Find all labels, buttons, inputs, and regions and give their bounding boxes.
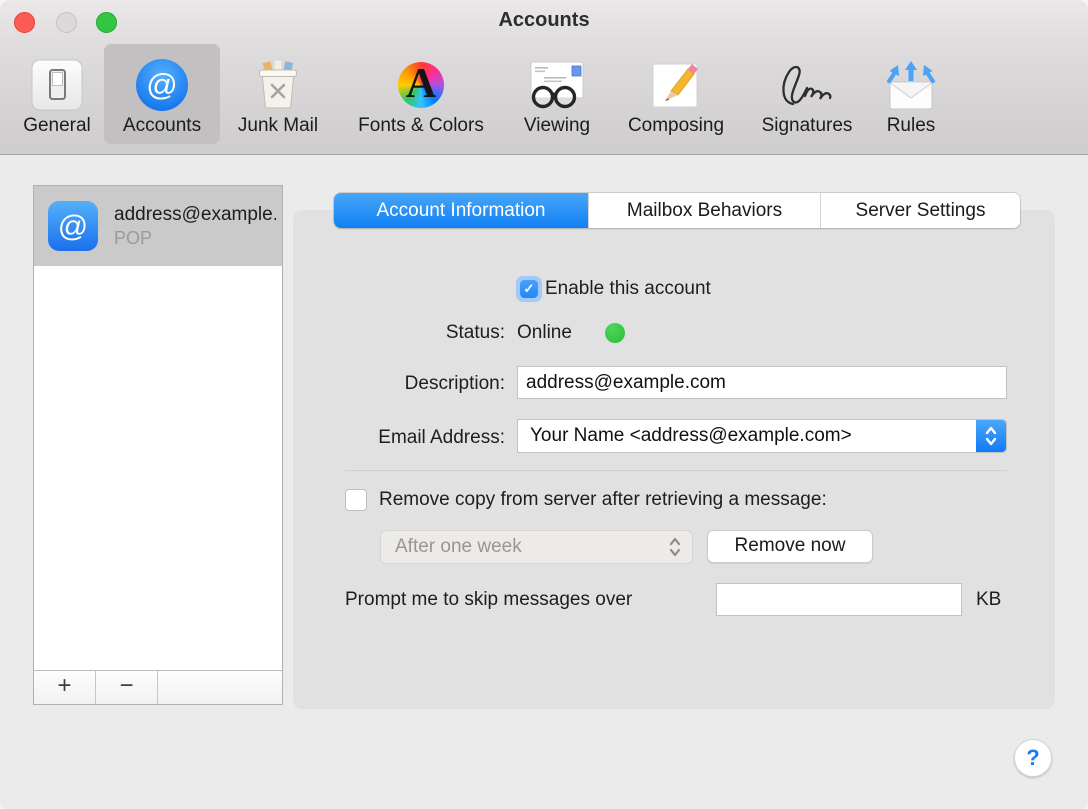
account-list-item[interactable]: @ address@example.com POP (34, 186, 282, 266)
status-label: Status: (345, 322, 505, 344)
toolbar-label-accounts: Accounts (123, 115, 201, 137)
enable-account-label: Enable this account (545, 278, 711, 300)
toolbar-label-composing: Composing (628, 115, 724, 137)
account-list-toolbar: + − (34, 670, 282, 704)
toolbar-item-rules[interactable]: Rules (871, 44, 951, 144)
switch-icon (31, 55, 83, 115)
email-address-popup[interactable]: Your Name <address@example.com> (517, 419, 1007, 453)
toolbar-label-signatures: Signatures (762, 115, 853, 137)
account-type-badge: POP (114, 227, 276, 250)
toolbar-item-composing[interactable]: Composing (606, 44, 746, 144)
section-divider (345, 470, 1007, 471)
toolbar-label-rules: Rules (887, 115, 936, 137)
signature-icon (773, 55, 841, 115)
remove-copy-label: Remove copy from server after retrieving… (379, 489, 827, 511)
account-tabs: Account Information Mailbox Behaviors Se… (334, 193, 1020, 228)
glasses-icon (528, 55, 586, 115)
toolbar-item-accounts[interactable]: @ Accounts (104, 44, 220, 144)
description-input[interactable] (517, 366, 1007, 399)
account-at-icon: @ (48, 201, 98, 251)
toolbar-item-viewing[interactable]: Viewing (509, 44, 605, 144)
remove-copy-checkbox[interactable] (345, 489, 367, 511)
svg-text:@: @ (146, 67, 177, 102)
toolbar-item-junk-mail[interactable]: Junk Mail (223, 44, 333, 144)
pencil-icon (651, 55, 701, 115)
prompt-skip-input[interactable] (716, 583, 962, 616)
help-button[interactable]: ? (1014, 739, 1052, 777)
account-name: address@example.com (114, 202, 276, 227)
toolbar-item-fonts-colors[interactable]: A Fonts & Colors (336, 44, 506, 144)
tab-mailbox-behaviors[interactable]: Mailbox Behaviors (588, 193, 820, 228)
tab-account-information[interactable]: Account Information (334, 193, 588, 228)
kb-unit-label: KB (976, 589, 1001, 611)
junk-basket-icon (251, 55, 305, 115)
checkmark-icon: ✓ (520, 280, 538, 298)
toolbar-item-general[interactable]: General (7, 44, 107, 144)
toolbar-label-junk-mail: Junk Mail (238, 115, 318, 137)
remove-schedule-value: After one week (395, 531, 522, 563)
account-list: @ address@example.com POP + − (33, 185, 283, 705)
email-address-value: Your Name <address@example.com> (530, 420, 852, 452)
remove-schedule-popup: After one week (380, 530, 693, 564)
window-title: Accounts (0, 9, 1088, 32)
preferences-window: Accounts General (0, 0, 1088, 809)
popup-chevrons-disabled-icon (668, 536, 682, 563)
status-value: Online (517, 322, 572, 344)
popup-chevrons-icon (976, 420, 1006, 452)
status-online-indicator (605, 323, 625, 343)
remove-account-button[interactable]: − (96, 671, 158, 704)
at-circle-icon: @ (135, 55, 189, 115)
toolbar-label-general: General (23, 115, 91, 137)
enable-account-checkbox[interactable]: ✓ (516, 276, 542, 302)
titlebar-toolbar: Accounts General (0, 0, 1088, 155)
svg-text:@: @ (58, 210, 88, 243)
toolbar-label-viewing: Viewing (524, 115, 590, 137)
rules-envelope-icon (882, 55, 940, 115)
description-label: Description: (345, 373, 505, 395)
prompt-skip-label: Prompt me to skip messages over (345, 589, 632, 611)
tab-server-settings[interactable]: Server Settings (820, 193, 1020, 228)
add-account-button[interactable]: + (34, 671, 96, 704)
fonts-colors-icon: A (398, 55, 444, 115)
toolbar-label-fonts-colors: Fonts & Colors (358, 115, 484, 137)
email-address-label: Email Address: (335, 427, 505, 449)
remove-now-button[interactable]: Remove now (707, 530, 873, 563)
toolbar-item-signatures[interactable]: Signatures (744, 44, 870, 144)
